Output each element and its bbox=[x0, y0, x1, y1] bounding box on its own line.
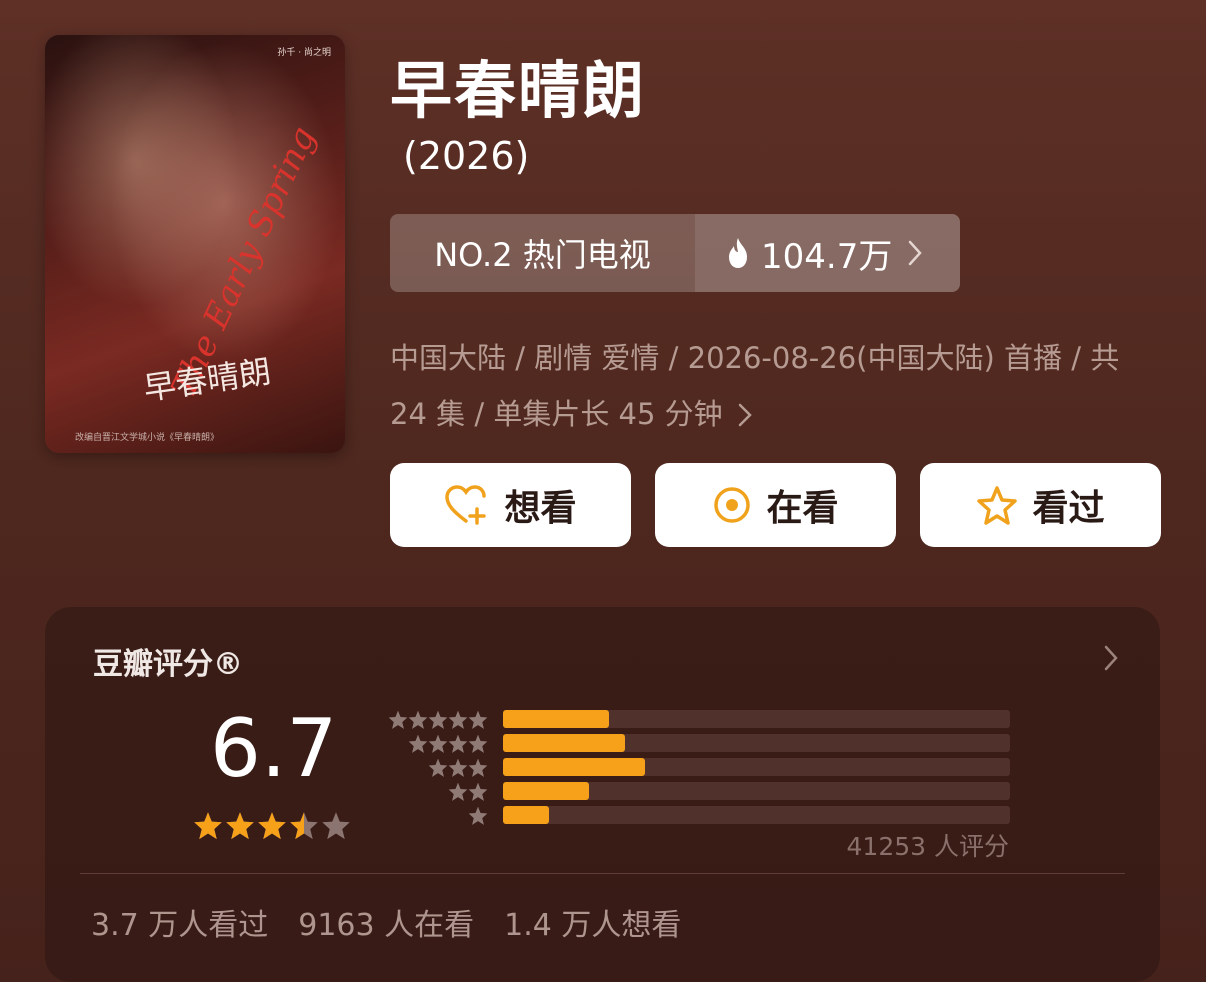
target-icon bbox=[714, 487, 751, 523]
rating-row-2 bbox=[385, 780, 1010, 804]
star-icon bbox=[290, 812, 318, 840]
small-star-icon bbox=[468, 758, 488, 777]
rating-bar bbox=[503, 758, 645, 776]
row-stars bbox=[408, 734, 503, 754]
star-icon bbox=[322, 812, 350, 840]
row-stars bbox=[388, 710, 503, 730]
row-stars bbox=[448, 782, 503, 802]
audience-stats: 3.7 万人看过 9163 人在看 1.4 万人想看 bbox=[91, 900, 681, 944]
want-label: 想看 bbox=[504, 488, 577, 529]
small-star-icon bbox=[408, 710, 428, 729]
rating-bar-track bbox=[503, 758, 1010, 776]
star-icon bbox=[258, 812, 286, 840]
rating-score: 6.7 bbox=[210, 702, 338, 795]
small-star-icon bbox=[468, 710, 488, 729]
poster-credits: 改编自晋江文学城小说《早春晴朗》 bbox=[75, 433, 220, 443]
want-to-watch-button[interactable]: 想看 bbox=[390, 463, 631, 547]
watched-label: 看过 bbox=[1032, 488, 1105, 529]
rating-bar-track bbox=[503, 710, 1010, 728]
watched-count: 3.7 万人看过 bbox=[91, 908, 269, 943]
star-icon bbox=[226, 812, 254, 840]
small-star-icon bbox=[448, 734, 468, 753]
rating-bar bbox=[503, 806, 549, 824]
rating-bar bbox=[503, 782, 590, 800]
rating-card[interactable]: 豆瓣评分® 6.7 41253 人评分 3.7 万人看过 9163 人在看 1.… bbox=[45, 607, 1160, 982]
row-stars bbox=[428, 758, 503, 778]
small-star-icon bbox=[428, 734, 448, 753]
rating-title: 豆瓣评分® bbox=[93, 647, 243, 682]
rating-bar-track bbox=[503, 782, 1010, 800]
rating-bar-track bbox=[503, 734, 1010, 752]
meta-text: 中国大陆 / 剧情 爱情 / 2026-08-26(中国大陆) 首播 / 共 2… bbox=[390, 341, 1120, 431]
heart-plus-icon bbox=[445, 485, 487, 525]
chevron-right-icon bbox=[1104, 645, 1118, 671]
rating-row-3 bbox=[385, 756, 1010, 780]
watching-label: 在看 bbox=[766, 488, 839, 529]
watching-button[interactable]: 在看 bbox=[655, 463, 896, 547]
rating-row-5 bbox=[385, 708, 1010, 732]
chevron-right-icon bbox=[909, 240, 923, 266]
rank-label: NO.2 热门电视 bbox=[390, 214, 695, 292]
want-count: 1.4 万人想看 bbox=[504, 908, 682, 943]
rating-distribution bbox=[385, 708, 1010, 828]
rating-bar bbox=[503, 734, 625, 752]
star-outline-icon bbox=[977, 486, 1018, 525]
heat-value: 104.7万 bbox=[761, 236, 893, 277]
star-icon bbox=[194, 812, 222, 840]
rating-bar bbox=[503, 710, 610, 728]
page-title: 早春晴朗 bbox=[390, 54, 647, 127]
meta-info[interactable]: 中国大陆 / 剧情 爱情 / 2026-08-26(中国大陆) 首播 / 共 2… bbox=[390, 330, 1125, 442]
rating-row-1 bbox=[385, 804, 1010, 828]
small-star-icon bbox=[388, 710, 408, 729]
rating-stars bbox=[193, 811, 351, 841]
poster-title-cn: 早春晴朗 bbox=[141, 352, 274, 408]
chevron-right-icon bbox=[738, 403, 752, 427]
small-star-icon bbox=[468, 782, 488, 801]
divider bbox=[80, 873, 1125, 874]
watching-count: 9163 人在看 bbox=[298, 908, 475, 943]
small-star-icon bbox=[408, 734, 428, 753]
small-star-icon bbox=[468, 806, 488, 825]
rating-count: 41253 人评分 bbox=[846, 832, 1009, 861]
small-star-icon bbox=[428, 758, 448, 777]
ranking-badge[interactable]: NO.2 热门电视 104.7万 bbox=[390, 214, 960, 292]
poster-credit-top: 孙千 · 尚之明 bbox=[277, 48, 331, 58]
small-star-icon bbox=[428, 710, 448, 729]
small-star-icon bbox=[468, 734, 488, 753]
rating-row-4 bbox=[385, 732, 1010, 756]
rating-bar-track bbox=[503, 806, 1010, 824]
heat-indicator[interactable]: 104.7万 bbox=[695, 214, 960, 292]
release-year: (2026) bbox=[403, 134, 530, 178]
watched-button[interactable]: 看过 bbox=[920, 463, 1161, 547]
row-stars bbox=[468, 806, 503, 826]
small-star-icon bbox=[448, 710, 468, 729]
poster-image[interactable]: 孙千 · 尚之明 The Early Spring 早春晴朗 改编自晋江文学城小… bbox=[45, 35, 345, 453]
small-star-icon bbox=[448, 758, 468, 777]
flame-icon bbox=[729, 238, 747, 268]
small-star-icon bbox=[448, 782, 468, 801]
